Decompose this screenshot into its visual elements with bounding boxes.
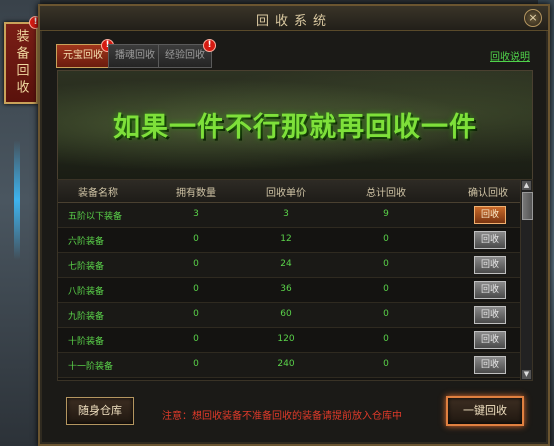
- table-row: 十阶装备 0 120 0 回收: [58, 328, 520, 353]
- alert-badge-icon: !: [203, 39, 216, 52]
- side-tab-label: 装备回收: [13, 29, 29, 97]
- cell-unit-price: 120: [277, 334, 295, 344]
- cell-owned-count: 3: [193, 209, 199, 219]
- tab-soul-recycle[interactable]: 播魂回收: [108, 44, 162, 68]
- cell-unit-price: 24: [280, 259, 292, 269]
- cell-owned-count: 0: [193, 334, 199, 344]
- recycle-help-link[interactable]: 回收说明: [490, 48, 530, 63]
- tab-label: 播魂回收: [115, 50, 155, 61]
- cell-unit-price: 240: [277, 359, 295, 369]
- recycle-button[interactable]: 回收: [474, 281, 506, 299]
- window-title: 回收系统: [255, 14, 332, 29]
- cell-owned-count: 0: [193, 359, 199, 369]
- table-row: 八阶装备 0 36 0 回收: [58, 278, 520, 303]
- light-beam-effect: [14, 140, 20, 260]
- tab-label: 元宝回收: [63, 50, 103, 61]
- recycle-button[interactable]: 回收: [474, 206, 506, 224]
- tab-label: 经验回收: [165, 50, 205, 61]
- recycle-notice: 注意：想回收装备不准备回收的装备请提前放入仓库中: [162, 411, 402, 422]
- recycle-button[interactable]: 回收: [474, 306, 506, 324]
- table-row: 七阶装备 0 24 0 回收: [58, 253, 520, 278]
- banner-slogan: 如果一件不行那就再回收一件: [113, 112, 477, 143]
- cell-total-recycle: 0: [383, 334, 389, 344]
- cell-equipment-name: 十阶装备: [68, 337, 105, 347]
- cell-unit-price: 12: [280, 234, 292, 244]
- cell-equipment-name: 五阶以下装备: [68, 212, 123, 222]
- tab-exp-recycle[interactable]: 经验回收 !: [158, 39, 216, 68]
- cell-owned-count: 0: [193, 234, 199, 244]
- header-equipment-name: 装备名称: [78, 188, 118, 199]
- recycle-button[interactable]: 回收: [474, 256, 506, 274]
- table-header: 装备名称 拥有数量 回收单价 总计回收 确认回收: [58, 180, 520, 203]
- recycle-button[interactable]: 回收: [474, 231, 506, 249]
- recycle-button[interactable]: 回收: [474, 356, 506, 374]
- table-row: 六阶装备 0 12 0 回收: [58, 228, 520, 253]
- equipment-recycle-side-tab[interactable]: 装备回收 !: [4, 16, 42, 104]
- recycle-all-button[interactable]: 一键回收: [446, 396, 524, 426]
- cell-equipment-name: 七阶装备: [68, 262, 105, 272]
- scroll-thumb[interactable]: [522, 192, 533, 220]
- portable-warehouse-button[interactable]: 随身仓库: [66, 397, 134, 425]
- scroll-down-icon[interactable]: ▼: [522, 370, 531, 379]
- cell-equipment-name: 八阶装备: [68, 287, 105, 297]
- table-row: 十一阶装备 0 240 0 回收: [58, 353, 520, 378]
- cell-unit-price: 3: [283, 209, 289, 219]
- cell-total-recycle: 0: [383, 309, 389, 319]
- cell-total-recycle: 9: [383, 209, 389, 219]
- cell-total-recycle: 0: [383, 234, 389, 244]
- cell-total-recycle: 0: [383, 284, 389, 294]
- recycle-button[interactable]: 回收: [474, 331, 506, 349]
- table-row: 五阶以下装备 3 3 9 回收: [58, 203, 520, 228]
- table-row: 九阶装备 0 60 0 回收: [58, 303, 520, 328]
- cell-owned-count: 0: [193, 284, 199, 294]
- window-titlebar: 回收系统 ×: [40, 6, 548, 31]
- tab-yuanbao-recycle[interactable]: 元宝回收 !: [56, 39, 114, 68]
- close-icon[interactable]: ×: [524, 9, 542, 27]
- cell-unit-price: 36: [280, 284, 292, 294]
- scroll-up-icon[interactable]: ▲: [522, 181, 531, 190]
- cell-equipment-name: 六阶装备: [68, 237, 105, 247]
- cell-unit-price: 60: [280, 309, 292, 319]
- cell-equipment-name: 九阶装备: [68, 312, 105, 322]
- promo-banner: 如果一件不行那就再回收一件: [57, 70, 533, 180]
- header-total-recycle: 总计回收: [366, 188, 406, 199]
- header-confirm-recycle: 确认回收: [468, 188, 508, 199]
- recycle-system-window: 回收系统 × 元宝回收 ! 播魂回收 经验回收 ! 回收说明 如果一件不行那就再…: [38, 4, 550, 446]
- header-unit-price: 回收单价: [266, 188, 306, 199]
- header-owned-count: 拥有数量: [176, 188, 216, 199]
- cell-total-recycle: 0: [383, 259, 389, 269]
- cell-owned-count: 0: [193, 259, 199, 269]
- table-scrollbar[interactable]: ▲ ▼: [520, 180, 533, 380]
- cell-owned-count: 0: [193, 309, 199, 319]
- recycle-table: 装备名称 拥有数量 回收单价 总计回收 确认回收 五阶以下装备 3 3 9 回收…: [57, 179, 533, 381]
- cell-total-recycle: 0: [383, 359, 389, 369]
- table-body: 五阶以下装备 3 3 9 回收 六阶装备 0 12 0 回收 七阶装备 0 24…: [58, 203, 520, 379]
- cell-equipment-name: 十一阶装备: [68, 362, 114, 372]
